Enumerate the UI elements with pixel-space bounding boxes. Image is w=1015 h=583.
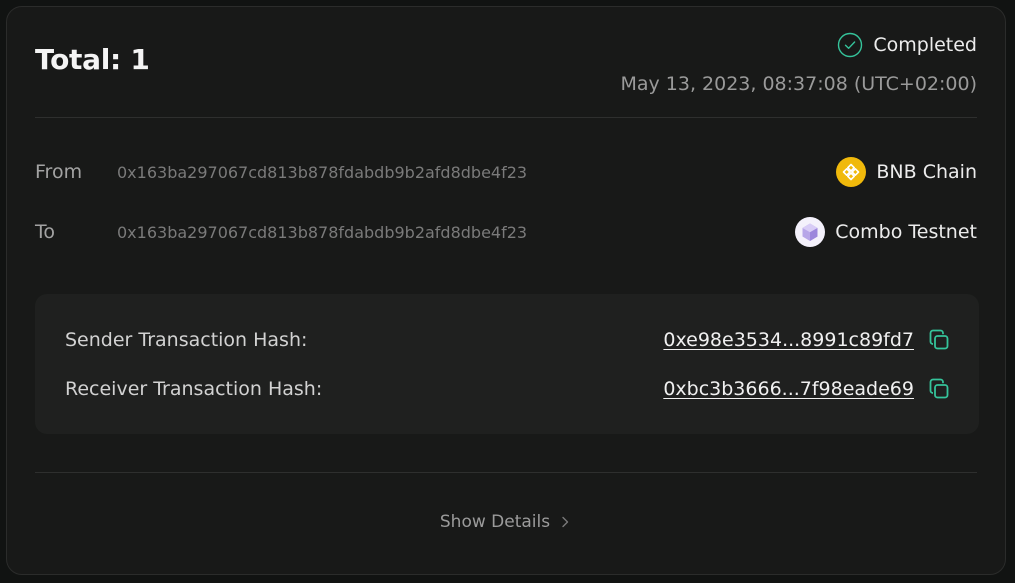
to-label: To [35, 221, 56, 243]
check-circle-icon [838, 32, 863, 58]
status-badge: Completed [837, 32, 977, 58]
sender-hash-label: Sender Transaction Hash: [65, 329, 308, 351]
from-label: From [35, 161, 83, 183]
receiver-hash-label: Receiver Transaction Hash: [65, 378, 323, 400]
copy-icon[interactable] [927, 377, 951, 401]
from-chain: BNB Chain [836, 157, 977, 187]
bnb-chain-icon [836, 157, 867, 187]
chevron-right-icon [562, 516, 569, 528]
transaction-hashes-panel: Sender Transaction Hash: 0xe98e3534...89… [35, 294, 979, 434]
copy-icon[interactable] [927, 328, 951, 352]
combo-testnet-icon [795, 217, 826, 247]
show-details-button[interactable]: Show Details [7, 512, 1005, 532]
from-row: From 0x163ba297067cd813b878fdabdb9b2afd8… [35, 156, 977, 188]
transaction-card: Total: 1 Completed May 13, 2023, 08:37:0… [6, 6, 1006, 575]
sender-hash-row: Sender Transaction Hash: 0xe98e3534...89… [65, 325, 951, 355]
status-label: Completed [873, 34, 977, 56]
to-row: To 0x163ba297067cd813b878fdabdb9b2afd8db… [35, 216, 977, 248]
to-chain-name: Combo Testnet [835, 221, 977, 243]
transaction-timestamp: May 13, 2023, 08:37:08 (UTC+02:00) [620, 73, 977, 95]
from-chain-name: BNB Chain [876, 161, 977, 183]
divider [35, 117, 977, 118]
to-address: 0x163ba297067cd813b878fdabdb9b2afd8dbe4f… [117, 222, 528, 242]
receiver-hash-link[interactable]: 0xbc3b3666...7f98eade69 [663, 378, 914, 400]
sender-hash-link[interactable]: 0xe98e3534...8991c89fd7 [663, 329, 914, 351]
receiver-hash-row: Receiver Transaction Hash: 0xbc3b3666...… [65, 374, 951, 404]
to-chain: Combo Testnet [795, 217, 977, 247]
total-count-title: Total: 1 [35, 43, 150, 76]
show-details-label: Show Details [439, 512, 551, 532]
divider [35, 472, 977, 473]
from-address: 0x163ba297067cd813b878fdabdb9b2afd8dbe4f… [117, 162, 528, 182]
